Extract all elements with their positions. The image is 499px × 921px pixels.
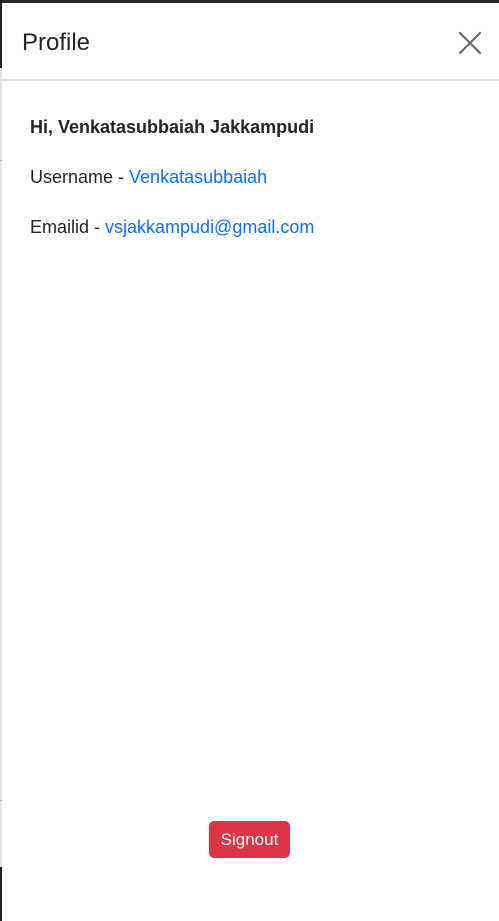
offcanvas-header: Profile [2, 3, 499, 81]
profile-offcanvas: Profile [2, 3, 499, 921]
signout-button[interactable]: Signout [209, 821, 290, 858]
close-icon [458, 31, 482, 55]
email-row: Emailid - vsjakkampudi@gmail.com [30, 216, 314, 238]
username-row: Username - Venkatasubbaiah [30, 166, 267, 188]
email-label: Emailid - [30, 217, 106, 237]
profile-greeting: Hi, Venkatasubbaiah Jakkampudi [30, 117, 315, 137]
panel-title: Profile [22, 29, 91, 56]
close-button[interactable] [455, 28, 485, 58]
app-frame: Profile Hi, Venkatasubbaiah Jakkampudi U… [0, 0, 499, 921]
email-link[interactable]: vsjakkampudi@gmail.com [105, 217, 314, 237]
username-link[interactable]: Venkatasubbaiah [129, 167, 267, 187]
username-label: Username - [30, 167, 130, 187]
